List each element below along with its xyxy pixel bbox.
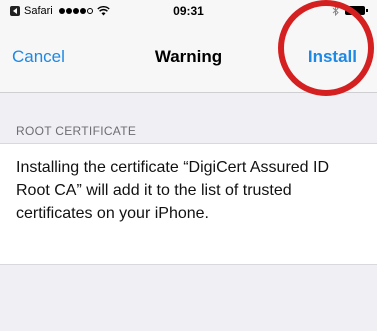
status-time: 09:31 <box>173 4 204 18</box>
certificate-warning-text: Installing the certificate “DigiCert Ass… <box>16 159 330 222</box>
status-right <box>332 5 368 16</box>
status-bar: Safari 09:31 <box>0 0 377 20</box>
certificate-panel: Installing the certificate “DigiCert Ass… <box>0 143 377 265</box>
install-button[interactable]: Install <box>308 47 357 67</box>
section-header: ROOT CERTIFICATE <box>16 124 137 138</box>
nav-bar: Cancel Warning Install <box>0 20 377 93</box>
battery-icon <box>345 6 368 15</box>
bluetooth-icon <box>332 5 339 16</box>
